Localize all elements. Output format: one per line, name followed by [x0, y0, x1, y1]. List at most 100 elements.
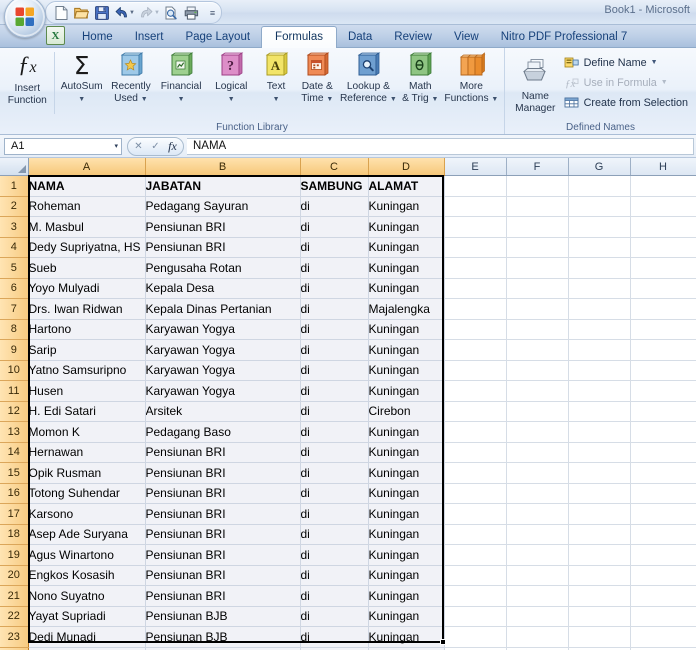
- cell-G18[interactable]: [568, 524, 631, 545]
- cell-D17[interactable]: Kuningan: [368, 503, 445, 525]
- more-functions-button[interactable]: More Functions ▼: [443, 50, 500, 105]
- text-button[interactable]: A Text ▼: [256, 50, 295, 105]
- row-header-13[interactable]: 13: [0, 421, 29, 443]
- cell-D19[interactable]: Kuningan: [368, 544, 445, 566]
- cell-C18[interactable]: di: [300, 524, 369, 545]
- cell-E12[interactable]: [444, 401, 507, 422]
- cell-H8[interactable]: [630, 319, 696, 340]
- open-button[interactable]: [72, 4, 91, 22]
- cell-G9[interactable]: [568, 339, 631, 361]
- cell-A1[interactable]: NAMA: [28, 175, 146, 197]
- cell-D22[interactable]: Kuningan: [368, 606, 445, 627]
- cell-C22[interactable]: di: [300, 606, 369, 627]
- cell-A10[interactable]: Yatno Samsuripno: [28, 360, 146, 381]
- cell-E18[interactable]: [444, 524, 507, 545]
- chevron-down-icon[interactable]: ▼: [141, 96, 148, 103]
- row-header-3[interactable]: 3: [0, 216, 29, 238]
- cell-E9[interactable]: [444, 339, 507, 361]
- cell-A3[interactable]: M. Masbul: [28, 216, 146, 238]
- cell-H11[interactable]: [630, 380, 696, 402]
- cell-A7[interactable]: Drs. Iwan Ridwan: [28, 298, 146, 320]
- cell-E5[interactable]: [444, 257, 507, 279]
- save-button[interactable]: [92, 4, 111, 22]
- enter-check-icon[interactable]: ✓: [147, 139, 164, 154]
- row-header-6[interactable]: 6: [0, 278, 29, 299]
- cell-B22[interactable]: Pensiunan BJB: [145, 606, 301, 627]
- cell-D23[interactable]: Kuningan: [368, 626, 445, 648]
- math-trig-button[interactable]: Math & Trig ▼: [398, 50, 443, 105]
- cell-A9[interactable]: Sarip: [28, 339, 146, 361]
- cell-A2[interactable]: Roheman: [28, 196, 146, 217]
- date-time-button[interactable]: Date & Time ▼: [296, 50, 339, 105]
- cell-H18[interactable]: [630, 524, 696, 545]
- cell-G11[interactable]: [568, 380, 631, 402]
- cancel-x-icon[interactable]: ✕: [130, 139, 147, 154]
- cell-G10[interactable]: [568, 360, 631, 381]
- cell-G2[interactable]: [568, 196, 631, 217]
- logical-button[interactable]: ? Logical ▼: [206, 50, 256, 105]
- cell-H22[interactable]: [630, 606, 696, 627]
- cell-G21[interactable]: [568, 585, 631, 607]
- cell-G7[interactable]: [568, 298, 631, 320]
- cell-C9[interactable]: di: [300, 339, 369, 361]
- cell-D4[interactable]: Kuningan: [368, 237, 445, 258]
- column-header-c[interactable]: C: [300, 158, 369, 176]
- cell-C19[interactable]: di: [300, 544, 369, 566]
- tab-formulas[interactable]: Formulas: [261, 26, 337, 48]
- row-header-19[interactable]: 19: [0, 544, 29, 566]
- cell-B17[interactable]: Pensiunan BRI: [145, 503, 301, 525]
- cell-H16[interactable]: [630, 483, 696, 504]
- cell-C21[interactable]: di: [300, 585, 369, 607]
- cell-F16[interactable]: [506, 483, 569, 504]
- name-manager-button[interactable]: Name Manager: [509, 56, 562, 114]
- select-all-corner[interactable]: [0, 158, 29, 176]
- cell-D3[interactable]: Kuningan: [368, 216, 445, 238]
- row-header-1[interactable]: 1: [0, 175, 29, 197]
- row-header-4[interactable]: 4: [0, 237, 29, 258]
- cell-B20[interactable]: Pensiunan BRI: [145, 565, 301, 586]
- chevron-down-icon[interactable]: ▼: [491, 96, 498, 103]
- cell-D8[interactable]: Kuningan: [368, 319, 445, 340]
- cell-E13[interactable]: [444, 421, 507, 443]
- cell-B7[interactable]: Kepala Dinas Pertanian: [145, 298, 301, 320]
- chevron-down-icon[interactable]: ▼: [78, 96, 85, 103]
- cell-A14[interactable]: Hernawan: [28, 442, 146, 463]
- column-header-d[interactable]: D: [368, 158, 445, 176]
- cell-F8[interactable]: [506, 319, 569, 340]
- cell-F9[interactable]: [506, 339, 569, 361]
- cell-D1[interactable]: ALAMAT: [368, 175, 445, 197]
- cell-D21[interactable]: Kuningan: [368, 585, 445, 607]
- cell-A20[interactable]: Engkos Kosasih: [28, 565, 146, 586]
- cell-D10[interactable]: Kuningan: [368, 360, 445, 381]
- cell-C10[interactable]: di: [300, 360, 369, 381]
- chevron-down-icon[interactable]: ▼: [432, 96, 439, 103]
- cell-B1[interactable]: JABATAN: [145, 175, 301, 197]
- cell-F3[interactable]: [506, 216, 569, 238]
- cell-A16[interactable]: Totong Suhendar: [28, 483, 146, 504]
- cell-E2[interactable]: [444, 196, 507, 217]
- cell-H6[interactable]: [630, 278, 696, 299]
- cell-C6[interactable]: di: [300, 278, 369, 299]
- cell-B3[interactable]: Pensiunan BRI: [145, 216, 301, 238]
- cell-B19[interactable]: Pensiunan BRI: [145, 544, 301, 566]
- cell-D9[interactable]: Kuningan: [368, 339, 445, 361]
- cell-C15[interactable]: di: [300, 462, 369, 484]
- cell-E19[interactable]: [444, 544, 507, 566]
- cell-E15[interactable]: [444, 462, 507, 484]
- cell-E23[interactable]: [444, 626, 507, 648]
- cell-B15[interactable]: Pensiunan BRI: [145, 462, 301, 484]
- cell-F12[interactable]: [506, 401, 569, 422]
- cell-D14[interactable]: Kuningan: [368, 442, 445, 463]
- cell-H10[interactable]: [630, 360, 696, 381]
- cell-G23[interactable]: [568, 626, 631, 648]
- row-header-9[interactable]: 9: [0, 339, 29, 361]
- print-preview-button[interactable]: [162, 4, 181, 22]
- cell-C16[interactable]: di: [300, 483, 369, 504]
- financial-button[interactable]: Financial ▼: [156, 50, 206, 105]
- cell-E3[interactable]: [444, 216, 507, 238]
- cell-A23[interactable]: Dedi Munadi: [28, 626, 146, 648]
- cell-E6[interactable]: [444, 278, 507, 299]
- cell-F22[interactable]: [506, 606, 569, 627]
- cell-H4[interactable]: [630, 237, 696, 258]
- cell-G1[interactable]: [568, 175, 631, 197]
